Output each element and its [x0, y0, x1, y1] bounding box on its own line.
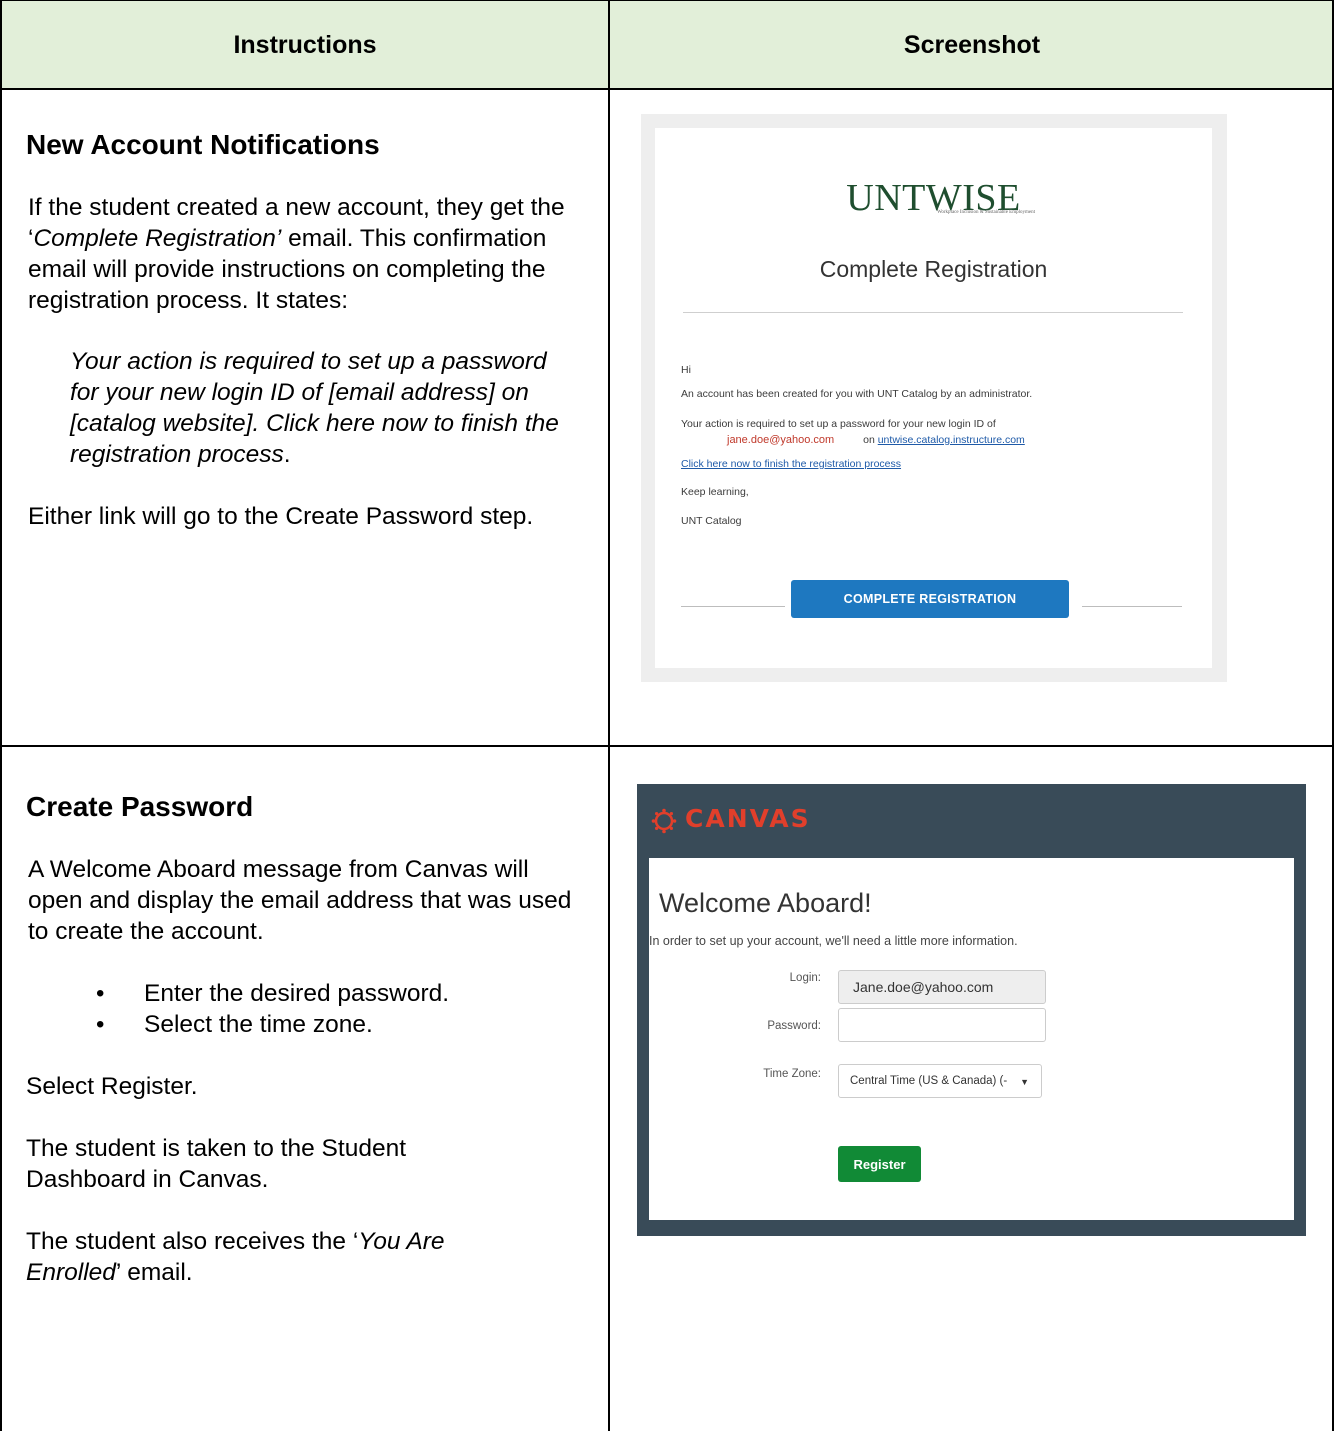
dropdown-caret-icon: ▼ [1020, 1077, 1029, 1087]
row2-result: The student is taken to the Student Dash… [26, 1135, 407, 1193]
password-label: Password: [767, 1020, 821, 1032]
email-address-line: jane.doe@yahoo.com on untwise.catalog.in… [727, 434, 1025, 446]
row1-instructions: New Account Notifications If the student… [26, 128, 596, 532]
email-body: UNTWISE Workplace Inclusion & Sustainabl… [655, 128, 1212, 668]
row-divider [0, 745, 1334, 747]
email-address: jane.doe@yahoo.com [727, 434, 835, 446]
register-button[interactable]: Register [838, 1146, 921, 1182]
row2-instructions: Create Password A Welcome Aboard message… [26, 790, 596, 1288]
divider [1082, 606, 1182, 607]
text-span: The student also receives the ‘ [26, 1228, 359, 1255]
divider [683, 312, 1183, 313]
emphasis-text: Complete Registration’ [33, 225, 282, 252]
timezone-label: Time Zone: [763, 1068, 821, 1080]
section-heading: Create Password [26, 791, 254, 822]
header-screenshot: Screenshot [903, 30, 1041, 59]
header-divider [0, 88, 1334, 90]
on-text: on [863, 434, 875, 446]
welcome-panel: Welcome Aboard! In order to set up your … [649, 858, 1294, 1220]
canvas-header: CANVAS [637, 784, 1306, 858]
login-field: Jane.doe@yahoo.com [838, 970, 1046, 1004]
email-screenshot: UNTWISE Workplace Inclusion & Sustainabl… [641, 114, 1227, 682]
complete-registration-button[interactable]: COMPLETE REGISTRATION [791, 580, 1069, 618]
row1-closing: Either link will go to the Create Passwo… [28, 503, 534, 530]
column-divider [608, 0, 610, 1431]
quote-end: . [283, 441, 291, 468]
catalog-site-link[interactable]: untwise.catalog.instructure.com [878, 434, 1025, 446]
finish-registration-link[interactable]: Click here now to finish the registratio… [681, 458, 901, 470]
text-span: ’ email. [115, 1259, 193, 1286]
table-left-border [0, 0, 2, 1431]
row2-paragraph: A Welcome Aboard message from Canvas wil… [28, 856, 572, 945]
logo-tagline: Workplace Inclusion & Sustainable Employ… [937, 210, 1035, 215]
email-signoff: Keep learning, [681, 486, 749, 498]
canvas-logo-icon [651, 808, 677, 834]
finish-registration-link-row: Click here now to finish the registratio… [681, 458, 901, 470]
list-item: Select the time zone. [96, 1009, 596, 1040]
row2-email-note: The student also receives the ‘You Are E… [26, 1226, 526, 1288]
row2-step: Select Register. [26, 1073, 198, 1100]
table-header: Instructions Screenshot [0, 0, 1334, 90]
login-label: Login: [789, 972, 821, 984]
email-greeting: Hi [681, 364, 691, 376]
email-title: Complete Registration [819, 256, 1048, 282]
quoted-instructions: Your action is required to set up a pass… [26, 346, 570, 470]
password-input[interactable] [838, 1008, 1046, 1042]
instruction-table: Instructions Screenshot New Account Noti… [0, 0, 1334, 1431]
divider [681, 606, 785, 607]
timezone-select[interactable]: Central Time (US & Canada) (- ▼ [838, 1064, 1042, 1098]
section-heading: New Account Notifications [26, 129, 380, 160]
header-instructions: Instructions [233, 30, 377, 59]
canvas-brand: CANVAS [685, 804, 811, 833]
canvas-screenshot: CANVAS Welcome Aboard! In order to set u… [637, 784, 1306, 1236]
email-line: Your action is required to set up a pass… [681, 418, 996, 430]
email-line: An account has been created for you with… [681, 388, 1033, 400]
row1-paragraph: If the student created a new account, th… [26, 192, 568, 316]
email-sender: UNT Catalog [681, 515, 742, 527]
welcome-title: Welcome Aboard! [659, 888, 872, 918]
step-list: Enter the desired password. Select the t… [26, 978, 596, 1040]
list-item: Enter the desired password. [96, 978, 596, 1009]
welcome-subtitle: In order to set up your account, we'll n… [649, 934, 1018, 948]
quote-text: Your action is required to set up a pass… [70, 348, 559, 468]
timezone-value: Central Time (US & Canada) (- [850, 1075, 1008, 1087]
